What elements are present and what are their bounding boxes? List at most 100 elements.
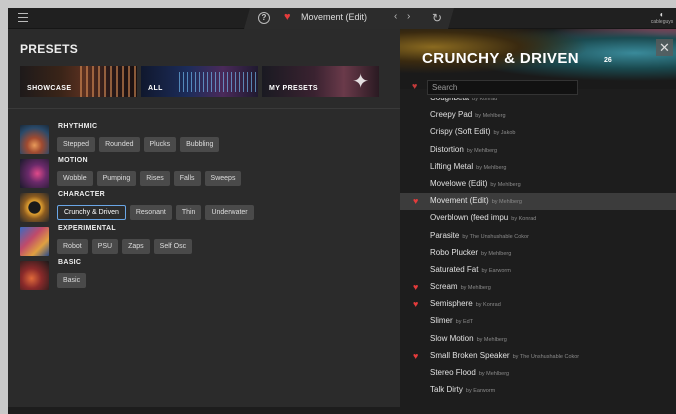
chip-falls[interactable]: Falls bbox=[173, 171, 201, 186]
heart-icon[interactable]: ♥ bbox=[413, 299, 418, 309]
chip-stepped[interactable]: Stepped bbox=[57, 137, 96, 152]
preset-author: by Mehlberg bbox=[478, 371, 510, 377]
chevron-left-icon[interactable]: ‹ bbox=[394, 11, 397, 22]
rhythmic-thumbnail[interactable] bbox=[20, 125, 49, 154]
preset-name: Semisphere by Konrad bbox=[430, 299, 501, 308]
showcase-banner[interactable]: SHOWCASE bbox=[20, 66, 137, 97]
preset-list: Coughbeatby KonradCreepy Padby MehlbergC… bbox=[400, 98, 676, 407]
preset-row[interactable]: Movelowe (Edit) by Mehlberg bbox=[400, 176, 676, 193]
category-experimental: EXPERIMENTAL Robot PSU Zaps Self Osc bbox=[20, 225, 400, 257]
preset-row[interactable]: Creepy Pad by Mehlberg bbox=[400, 107, 676, 124]
preset-row[interactable]: ♥ Movement (Edit) by Mehlberg bbox=[400, 193, 676, 211]
preset-row[interactable]: Coughbeatby Konrad bbox=[400, 98, 676, 107]
preset-name: Saturated Fat by Earworm bbox=[430, 265, 511, 274]
preset-title: Talk Dirty bbox=[430, 385, 463, 395]
close-icon[interactable]: ✕ bbox=[656, 39, 673, 56]
category-name: RHYTHMIC bbox=[58, 123, 98, 130]
chip-basic[interactable]: Basic bbox=[57, 273, 87, 288]
experimental-thumbnail[interactable] bbox=[20, 227, 49, 256]
preset-author: by Jakob bbox=[493, 130, 516, 137]
logo[interactable]: ◐ cableguys bbox=[648, 10, 676, 27]
preset-row[interactable]: Stereo Flood by Mehlberg bbox=[400, 365, 676, 382]
current-preset-name[interactable]: Movement (Edit) bbox=[301, 12, 367, 22]
chip-rounded[interactable]: Rounded bbox=[99, 137, 140, 152]
preset-author: by Mehlberg bbox=[466, 147, 498, 154]
preset-name: Talk Dirty by Earworm bbox=[430, 385, 495, 394]
preset-row[interactable]: Slimer by EdT bbox=[400, 313, 676, 330]
preset-title: Small Broken Speaker bbox=[430, 350, 510, 360]
preset-row[interactable]: Overblown (feed impu by Konrad bbox=[400, 210, 676, 227]
preset-row[interactable]: Talk Dirty by Earworm bbox=[400, 382, 676, 399]
heart-icon[interactable]: ♥ bbox=[284, 11, 291, 23]
preset-title: Slow Motion bbox=[430, 333, 474, 343]
preset-title: Creepy Pad bbox=[430, 110, 473, 120]
preset-author: by The Unshushable Cokor bbox=[462, 233, 529, 240]
all-label: ALL bbox=[148, 85, 163, 92]
preset-name: Scream by Mehlberg bbox=[430, 282, 491, 291]
chip-underwater[interactable]: Underwater bbox=[205, 205, 254, 220]
chip-psu[interactable]: PSU bbox=[91, 239, 119, 254]
preset-name: Robo Plucker by Mehlberg bbox=[430, 248, 511, 257]
preset-name: Movelowe (Edit) by Mehlberg bbox=[430, 179, 521, 188]
preset-name: Small Broken Speaker by The Unshushable C… bbox=[430, 351, 579, 360]
preset-name: Lifting Metal by Mehlberg bbox=[430, 162, 506, 171]
preset-row[interactable]: Lifting Metal by Mehlberg bbox=[400, 159, 676, 176]
chip-wobble[interactable]: Wobble bbox=[57, 171, 93, 186]
preset-title: Lifting Metal bbox=[430, 161, 474, 171]
preset-author: by Mehlberg bbox=[476, 164, 507, 171]
preset-row[interactable]: Saturated Fat by Earworm bbox=[400, 262, 676, 279]
bottom-bar bbox=[8, 407, 676, 414]
chip-thin[interactable]: Thin bbox=[175, 205, 202, 220]
my-presets-banner[interactable]: MY PRESETS ✦ bbox=[262, 66, 379, 97]
favorites-filter-icon[interactable]: ♥ bbox=[412, 81, 417, 91]
character-thumbnail[interactable] bbox=[20, 193, 49, 222]
preset-title: Scream bbox=[430, 282, 458, 292]
preset-row[interactable]: Crispy (Soft Edit) by Jakob bbox=[400, 124, 676, 141]
my-presets-label: MY PRESETS bbox=[269, 85, 318, 92]
preset-row[interactable]: ♥ Scream by Mehlberg bbox=[400, 279, 676, 296]
category-name: MOTION bbox=[58, 157, 88, 164]
chip-sweeps[interactable]: Sweeps bbox=[204, 171, 242, 186]
chip-robot[interactable]: Robot bbox=[57, 239, 88, 254]
chip-rises[interactable]: Rises bbox=[140, 171, 170, 186]
chip-crunchy-driven[interactable]: Crunchy & Driven bbox=[57, 205, 126, 220]
preset-row[interactable]: Slow Motion by Mehlberg bbox=[400, 331, 676, 348]
menu-icon[interactable] bbox=[18, 13, 28, 23]
all-banner[interactable]: ALL bbox=[141, 66, 258, 97]
chip-pumping[interactable]: Pumping bbox=[96, 171, 137, 186]
chevron-right-icon[interactable]: › bbox=[407, 11, 410, 22]
refresh-icon[interactable]: ↻ bbox=[432, 11, 442, 25]
preset-row[interactable]: Robo Plucker by Mehlberg bbox=[400, 245, 676, 262]
preset-count: 26 bbox=[604, 57, 612, 64]
search-input[interactable] bbox=[427, 80, 578, 95]
chip-plucks[interactable]: Plucks bbox=[143, 137, 177, 152]
chip-resonant[interactable]: Resonant bbox=[129, 205, 172, 220]
category-name: EXPERIMENTAL bbox=[58, 225, 116, 232]
logo-icon: ◐ bbox=[659, 10, 665, 19]
preset-name: Overblown (feed impu by Konrad bbox=[430, 213, 536, 222]
preset-row[interactable]: ♥ Semisphere by Konrad bbox=[400, 296, 676, 313]
preset-name: Slow Motion by Mehlberg bbox=[430, 334, 507, 343]
preset-name: Parasite by The Unshushable Cokor bbox=[430, 231, 529, 240]
chip-zaps[interactable]: Zaps bbox=[122, 239, 150, 254]
figure-icon: ✦ bbox=[352, 71, 369, 93]
presets-panel: PRESETS SHOWCASE ALL MY PRESETS ✦ RHYTHM… bbox=[8, 29, 400, 407]
preset-title: Robo Plucker bbox=[430, 247, 479, 257]
motion-thumbnail[interactable] bbox=[20, 159, 49, 188]
help-icon[interactable]: ? bbox=[258, 12, 270, 24]
preset-author: by Mehlberg bbox=[460, 285, 491, 292]
preset-row[interactable]: Parasite by The Unshushable Cokor bbox=[400, 228, 676, 245]
chip-self-osc[interactable]: Self Osc bbox=[153, 239, 193, 254]
preset-title: Parasite bbox=[430, 230, 460, 240]
category-rhythmic: RHYTHMIC Stepped Rounded Plucks Bubbling bbox=[20, 123, 400, 155]
preset-row[interactable]: ♥ Small Broken Speaker by The Unshushable … bbox=[400, 348, 676, 365]
basic-thumbnail[interactable] bbox=[20, 261, 49, 290]
preset-author: by The Unshushable Cokor bbox=[512, 353, 580, 360]
heart-icon[interactable]: ♥ bbox=[413, 282, 418, 292]
chip-bubbling[interactable]: Bubbling bbox=[180, 137, 220, 152]
preset-name: Stereo Flood by Mehlberg bbox=[430, 368, 509, 377]
preset-row[interactable]: Distortion by Mehlberg bbox=[400, 142, 676, 159]
category-motion: MOTION Wobble Pumping Rises Falls Sweeps bbox=[20, 157, 400, 189]
heart-icon[interactable]: ♥ bbox=[413, 196, 418, 206]
heart-icon[interactable]: ♥ bbox=[413, 351, 418, 361]
